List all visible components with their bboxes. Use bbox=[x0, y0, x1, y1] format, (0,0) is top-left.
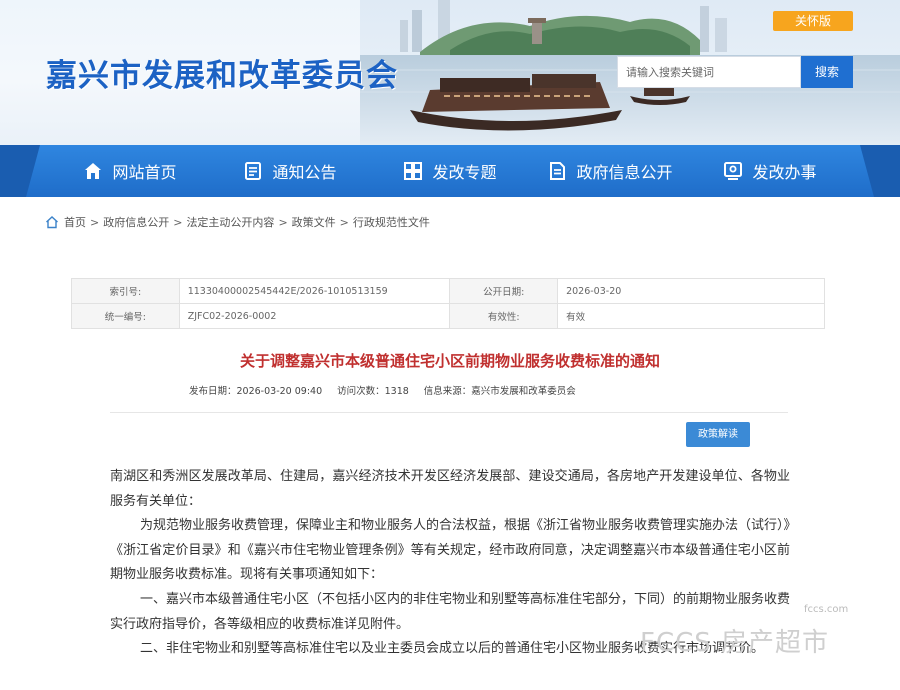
search-box bbox=[617, 56, 801, 88]
service-icon bbox=[724, 162, 743, 180]
nav-item-services[interactable]: 发改办事 bbox=[690, 145, 850, 197]
validity-label: 有效性: bbox=[449, 303, 559, 329]
breadcrumb-separator: > bbox=[90, 215, 100, 229]
nav-item-home[interactable]: 网站首页 bbox=[50, 145, 210, 197]
breadcrumb-item-home[interactable]: 首页 bbox=[64, 214, 86, 230]
breadcrumb: 首页 > 政府信息公开 > 法定主动公开内容 > 政策文件 > 行政规范性文件 bbox=[45, 214, 430, 230]
table-row: 统一编号: ZJFC02-2026-0002 有效性: 有效 bbox=[71, 303, 825, 329]
table-row: 索引号: 11330400002545442E/2026-1010513159 … bbox=[71, 278, 825, 304]
watermark-logo: FCCS 房产超市 bbox=[640, 628, 830, 658]
breadcrumb-item-normative[interactable]: 行政规范性文件 bbox=[353, 214, 430, 230]
index-value: 11330400002545442E/2026-1010513159 bbox=[178, 278, 451, 304]
site-title[interactable]: 嘉兴市发展和改革委员会 bbox=[46, 50, 398, 95]
article-title: 关于调整嘉兴市本级普通住宅小区前期物业服务收费标准的通知 bbox=[239, 352, 660, 370]
home-icon bbox=[46, 216, 58, 229]
notice-icon bbox=[245, 162, 262, 180]
info-source: 信息来源：嘉兴市发展和改革委员会 bbox=[423, 386, 576, 397]
view-count: 访问次数：1318 bbox=[337, 386, 409, 397]
breadcrumb-item-policy[interactable]: 政策文件 bbox=[292, 214, 336, 230]
search-button[interactable]: 搜索 bbox=[801, 56, 853, 88]
article-info: 发布日期：2026-03-20 09:40 访问次数：1318 信息来源：嘉兴市… bbox=[189, 383, 576, 397]
nav-item-notice[interactable]: 通知公告 bbox=[210, 145, 370, 197]
breadcrumb-separator: > bbox=[173, 215, 183, 229]
home-icon bbox=[85, 163, 102, 179]
document-meta-table: 索引号: 11330400002545442E/2026-1010513159 … bbox=[71, 278, 825, 329]
publish-date-label: 公开日期: bbox=[449, 278, 559, 304]
breadcrumb-item-statutory[interactable]: 法定主动公开内容 bbox=[186, 214, 274, 230]
watermark-domain: fccs.com bbox=[804, 604, 849, 615]
index-label: 索引号: bbox=[71, 278, 180, 304]
nav-item-label: 政府信息公开 bbox=[576, 163, 673, 182]
serial-value: ZJFC02-2026-0002 bbox=[178, 303, 451, 329]
breadcrumb-separator: > bbox=[278, 215, 288, 229]
nav-item-label: 发改专题 bbox=[432, 163, 497, 182]
publish-date-value: 2026-03-20 bbox=[557, 278, 825, 304]
topics-grid-icon bbox=[404, 162, 423, 180]
policy-interpretation-button[interactable]: 政策解读 bbox=[686, 422, 750, 447]
breadcrumb-item-gov-info[interactable]: 政府信息公开 bbox=[103, 214, 169, 230]
care-mode-button[interactable]: 关怀版 bbox=[773, 11, 853, 31]
nav-item-label: 发改办事 bbox=[752, 163, 817, 182]
serial-label: 统一编号: bbox=[71, 303, 180, 329]
nav-item-label: 网站首页 bbox=[112, 163, 177, 182]
validity-value: 有效 bbox=[557, 303, 825, 329]
article-divider bbox=[110, 412, 788, 413]
main-nav: 网站首页 通知公告 发改专题 政府信息公开 发改办事 bbox=[50, 145, 850, 197]
article-paragraph: 南湖区和秀洲区发展改革局、住建局，嘉兴经济技术开发区经济发展部、建设交通局，各房… bbox=[110, 469, 790, 509]
article-paragraph: 为规范物业服务收费管理，保障业主和物业服务人的合法权益，根据《浙江省物业服务收费… bbox=[110, 518, 791, 583]
nav-item-topics[interactable]: 发改专题 bbox=[370, 145, 530, 197]
document-icon bbox=[550, 162, 566, 180]
breadcrumb-separator: > bbox=[339, 215, 349, 229]
nav-item-label: 通知公告 bbox=[272, 163, 337, 182]
nav-item-gov-info[interactable]: 政府信息公开 bbox=[530, 145, 690, 197]
search-input[interactable] bbox=[624, 64, 798, 80]
publish-date: 发布日期：2026-03-20 09:40 bbox=[189, 386, 323, 397]
